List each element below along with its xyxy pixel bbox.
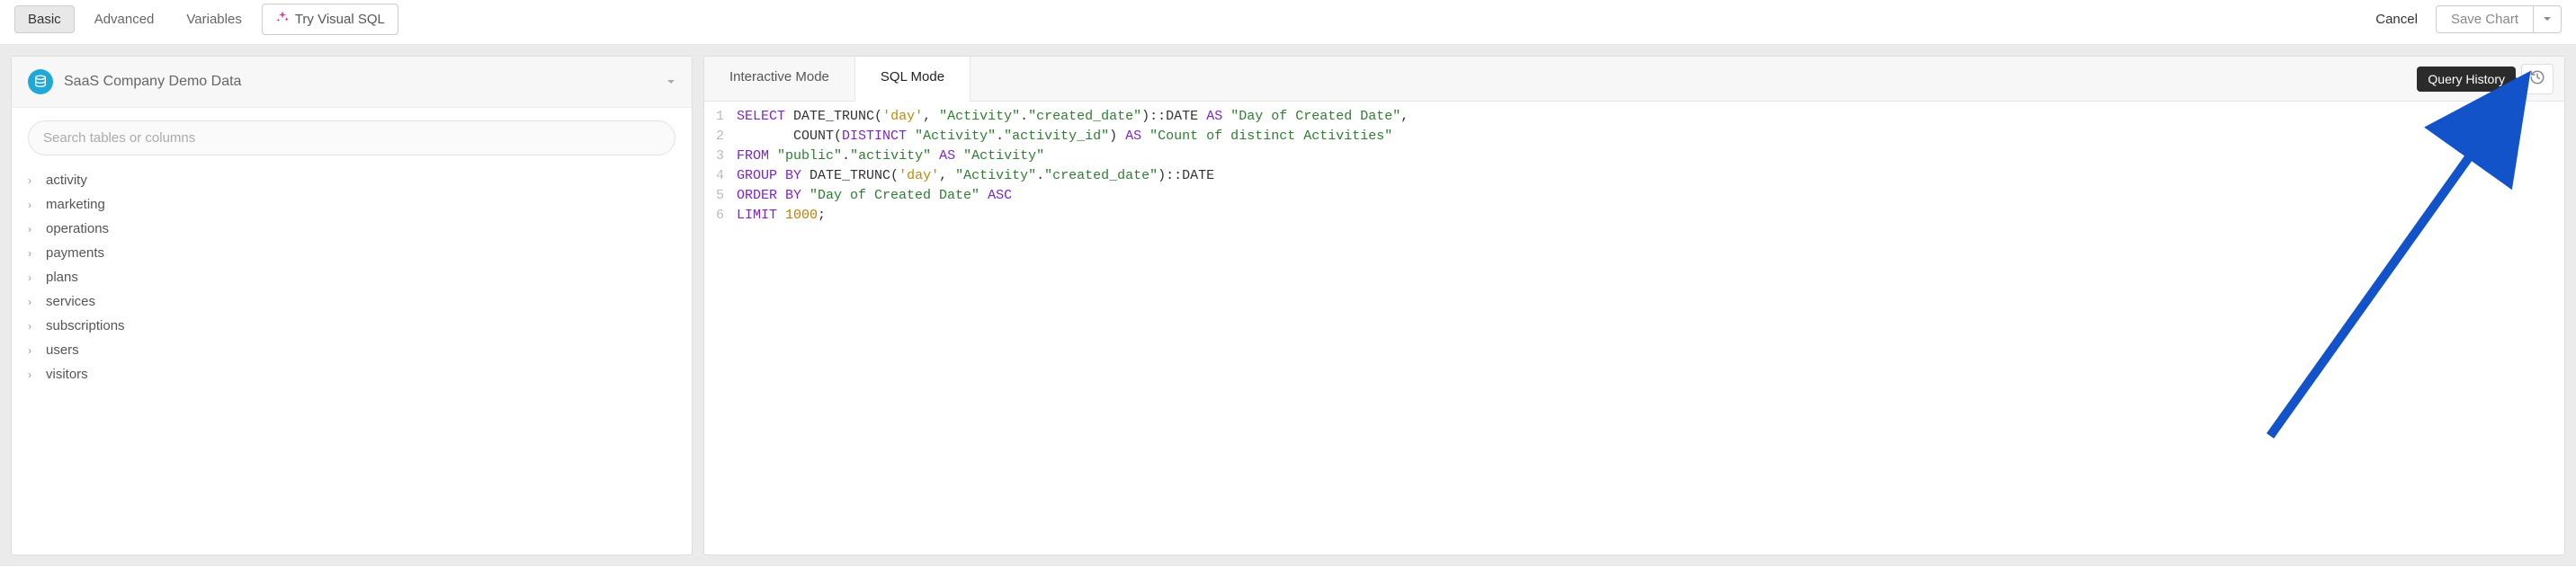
cancel-button[interactable]: Cancel	[2365, 12, 2428, 27]
chevron-right-icon: ›	[28, 199, 39, 211]
table-item[interactable]: › activity	[21, 168, 683, 192]
table-item[interactable]: › payments	[21, 241, 683, 265]
table-label: subscriptions	[46, 318, 125, 333]
table-label: activity	[46, 173, 87, 188]
sql-editor[interactable]: 123456 SELECT DATE_TRUNC('day', "Activit…	[704, 102, 2564, 555]
chevron-down-icon	[2543, 13, 2552, 26]
editor-panel: Interactive Mode SQL Mode Query History …	[703, 56, 2565, 555]
table-item[interactable]: › operations	[21, 217, 683, 241]
sidebar: SaaS Company Demo Data › activity › market…	[11, 56, 693, 555]
chevron-right-icon: ›	[28, 271, 39, 284]
save-chart-dropdown[interactable]	[2533, 5, 2562, 33]
query-history-tooltip: Query History	[2417, 67, 2516, 92]
table-label: visitors	[46, 367, 88, 382]
advanced-tab[interactable]: Advanced	[82, 6, 167, 32]
chevron-right-icon: ›	[28, 344, 39, 357]
query-history-area: Query History	[2417, 57, 2564, 101]
chevron-right-icon: ›	[28, 247, 39, 260]
database-icon	[28, 69, 53, 94]
table-label: payments	[46, 245, 104, 261]
variables-tab[interactable]: Variables	[174, 6, 254, 32]
datasource-selector[interactable]: SaaS Company Demo Data	[12, 57, 692, 108]
table-label: marketing	[46, 197, 105, 212]
try-visual-sql-button[interactable]: Try Visual SQL	[262, 4, 398, 35]
datasource-label: SaaS Company Demo Data	[64, 74, 656, 90]
table-label: users	[46, 342, 79, 358]
editor-tabs: Interactive Mode SQL Mode Query History	[704, 57, 2564, 102]
tab-interactive-mode[interactable]: Interactive Mode	[704, 57, 854, 101]
table-item[interactable]: › plans	[21, 265, 683, 289]
sparkle-icon	[275, 10, 290, 29]
history-icon	[2529, 69, 2545, 88]
table-label: services	[46, 294, 95, 309]
try-visual-sql-label: Try Visual SQL	[295, 12, 385, 27]
search-input[interactable]	[28, 120, 675, 155]
chevron-right-icon: ›	[28, 223, 39, 235]
save-chart-group: Save Chart	[2436, 5, 2562, 33]
tables-list: › activity › marketing › operations › paymen…	[12, 168, 692, 386]
save-chart-button[interactable]: Save Chart	[2436, 5, 2533, 33]
chevron-right-icon: ›	[28, 368, 39, 381]
sql-code: SELECT DATE_TRUNC('day', "Activity"."cre…	[731, 107, 2564, 549]
chevron-right-icon: ›	[28, 174, 39, 187]
tab-sql-mode[interactable]: SQL Mode	[854, 57, 970, 102]
table-item[interactable]: › users	[21, 338, 683, 362]
topbar: Basic Advanced Variables Try Visual SQL …	[0, 0, 2576, 45]
line-gutter: 123456	[704, 107, 731, 549]
main-area: SaaS Company Demo Data › activity › market…	[0, 45, 2576, 566]
chevron-right-icon: ›	[28, 296, 39, 308]
table-item[interactable]: › services	[21, 289, 683, 314]
basic-tab[interactable]: Basic	[14, 5, 75, 33]
search-wrap	[12, 108, 692, 168]
query-history-button[interactable]	[2521, 64, 2554, 94]
table-item[interactable]: › marketing	[21, 192, 683, 217]
chevron-down-icon	[666, 75, 675, 89]
table-label: plans	[46, 270, 78, 285]
spacer	[970, 57, 2417, 101]
table-item[interactable]: › visitors	[21, 362, 683, 386]
table-label: operations	[46, 221, 109, 236]
table-item[interactable]: › subscriptions	[21, 314, 683, 338]
chevron-right-icon: ›	[28, 320, 39, 333]
